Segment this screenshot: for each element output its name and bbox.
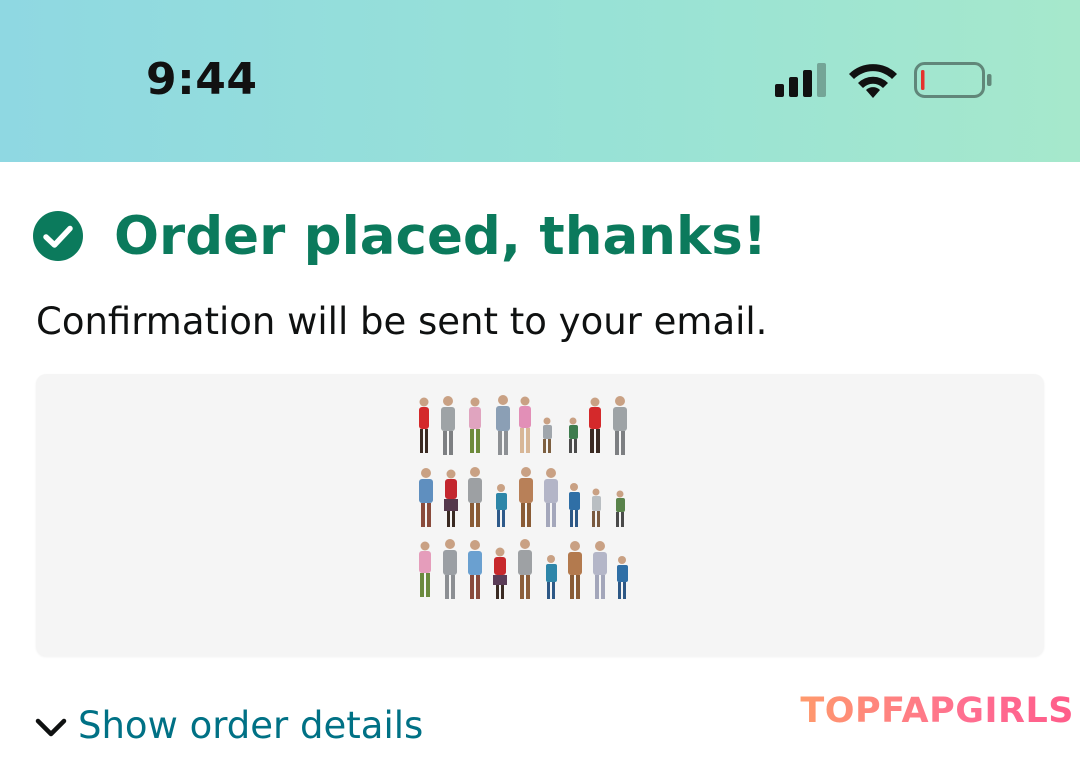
wifi-icon	[849, 64, 897, 98]
chevron-down-icon	[35, 718, 67, 737]
status-time: 9:44	[146, 54, 258, 105]
order-confirmation: Order placed, thanks! Confirmation will …	[0, 162, 1080, 747]
page-title: Order placed, thanks!	[114, 206, 767, 267]
show-order-details-link[interactable]: Show order details	[34, 700, 423, 760]
product-card[interactable]	[36, 374, 1044, 656]
status-bar: 9:44	[0, 0, 1080, 162]
battery-low-icon	[914, 62, 992, 98]
check-circle-icon	[33, 211, 83, 261]
show-order-details-label: Show order details	[78, 704, 424, 747]
confirmation-message: Confirmation will be sent to your email.	[36, 300, 768, 343]
miniature-people-figures-image	[419, 395, 628, 599]
cellular-signal-icon	[775, 63, 826, 97]
watermark-logo: TOPFAPGIRLS	[800, 691, 1074, 731]
